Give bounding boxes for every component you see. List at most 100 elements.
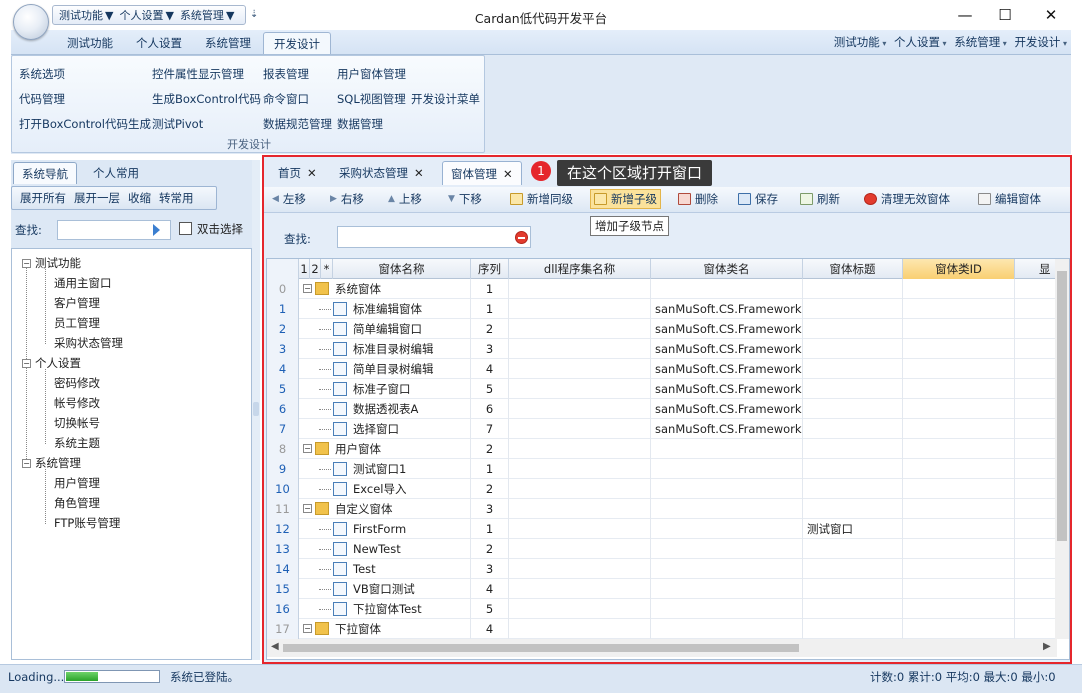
form-name-cell[interactable]: 下拉窗体Test: [299, 599, 471, 619]
row-number-cell[interactable]: 3: [267, 339, 299, 359]
nav-tab-system[interactable]: 系统导航: [13, 162, 77, 184]
sequence-cell[interactable]: 1: [471, 519, 509, 539]
header-sequence[interactable]: 序列: [471, 259, 509, 279]
ribbon-item-dev-design-menu[interactable]: 开发设计菜单: [411, 91, 480, 107]
scroll-right-icon[interactable]: ▶: [1043, 641, 1051, 652]
table-row[interactable]: 8− 用户窗体 2: [267, 439, 1057, 459]
class-id-cell[interactable]: [903, 359, 1015, 379]
class-id-cell[interactable]: [903, 279, 1015, 299]
doc-tab-form-management[interactable]: 窗体管理 ✕: [442, 161, 522, 185]
maximize-button[interactable]: ☐: [982, 0, 1028, 30]
class-name-cell[interactable]: sanMuSoft.CS.Framework: [651, 379, 803, 399]
table-row[interactable]: 2 简单编辑窗口 2 sanMuSoft.CS.Framework: [267, 319, 1057, 339]
table-row[interactable]: 16 下拉窗体Test 5: [267, 599, 1057, 619]
ribbon-item-test-pivot[interactable]: 测试Pivot: [152, 116, 203, 132]
right-menu-dev[interactable]: 开发设计: [1014, 35, 1060, 49]
row-number-cell[interactable]: 11: [267, 499, 299, 519]
display-cell[interactable]: [1015, 379, 1057, 399]
header-display[interactable]: 显: [1015, 259, 1057, 279]
tree-node-personal-settings[interactable]: 个人设置: [35, 355, 81, 371]
class-name-cell[interactable]: [651, 459, 803, 479]
form-title-cell[interactable]: [803, 459, 903, 479]
display-cell[interactable]: [1015, 499, 1057, 519]
qat-item-system[interactable]: 系统管理: [180, 7, 224, 23]
row-number-cell[interactable]: 4: [267, 359, 299, 379]
row-number-cell[interactable]: 0: [267, 279, 299, 299]
table-row[interactable]: 9 测试窗口1 1: [267, 459, 1057, 479]
display-cell[interactable]: [1015, 539, 1057, 559]
form-title-cell[interactable]: [803, 399, 903, 419]
class-id-cell[interactable]: [903, 579, 1015, 599]
row-number-cell[interactable]: 7: [267, 419, 299, 439]
add-sibling-button[interactable]: 新增同级: [510, 191, 573, 207]
form-title-cell[interactable]: [803, 599, 903, 619]
form-name-cell[interactable]: 选择窗口: [299, 419, 471, 439]
class-name-cell[interactable]: sanMuSoft.CS.Framework: [651, 399, 803, 419]
class-name-cell[interactable]: sanMuSoft.CS.Framework: [651, 299, 803, 319]
form-title-cell[interactable]: 测试窗口: [803, 519, 903, 539]
search-go-icon[interactable]: [153, 224, 160, 236]
ribbon-item-code-management[interactable]: 代码管理: [19, 91, 65, 107]
dll-cell[interactable]: [509, 499, 651, 519]
class-name-cell[interactable]: sanMuSoft.CS.Framework: [651, 419, 803, 439]
header-form-name[interactable]: 窗体名称: [333, 259, 471, 279]
class-id-cell[interactable]: [903, 439, 1015, 459]
form-name-cell[interactable]: − 系统窗体: [299, 279, 471, 299]
row-number-cell[interactable]: 5: [267, 379, 299, 399]
form-name-cell[interactable]: 标准编辑窗体: [299, 299, 471, 319]
row-number-cell[interactable]: 9: [267, 459, 299, 479]
table-row[interactable]: 13 NewTest 2: [267, 539, 1057, 559]
chevron-down-icon[interactable]: ▾: [1060, 39, 1067, 48]
dll-cell[interactable]: [509, 299, 651, 319]
ribbon-item-sql-view-management[interactable]: SQL视图管理: [337, 91, 406, 107]
table-row[interactable]: 6 数据透视表A 6 sanMuSoft.CS.Framework: [267, 399, 1057, 419]
dll-cell[interactable]: [509, 399, 651, 419]
tree-node-switch-account[interactable]: 切换帐号: [54, 415, 100, 431]
table-row[interactable]: 3 标准目录树编辑 3 sanMuSoft.CS.Framework: [267, 339, 1057, 359]
collapse-icon[interactable]: −: [22, 259, 31, 268]
ribbon-item-open-boxcontrol-codegen[interactable]: 打开BoxControl代码生成: [19, 116, 151, 132]
row-number-cell[interactable]: 12: [267, 519, 299, 539]
display-cell[interactable]: [1015, 579, 1057, 599]
table-row[interactable]: 0− 系统窗体 1: [267, 279, 1057, 299]
form-title-cell[interactable]: [803, 479, 903, 499]
qat-customize-icon[interactable]: ⇣: [250, 9, 258, 20]
chevron-down-icon[interactable]: ▼: [226, 9, 234, 22]
form-name-cell[interactable]: Excel导入: [299, 479, 471, 499]
display-cell[interactable]: [1015, 459, 1057, 479]
refresh-button[interactable]: 刷新: [800, 191, 840, 207]
close-icon[interactable]: ✕: [414, 166, 424, 180]
class-id-cell[interactable]: [903, 379, 1015, 399]
class-id-cell[interactable]: [903, 479, 1015, 499]
table-row[interactable]: 7 选择窗口 7 sanMuSoft.CS.Framework: [267, 419, 1057, 439]
table-row[interactable]: 15 VB窗口测试 4: [267, 579, 1057, 599]
form-name-cell[interactable]: NewTest: [299, 539, 471, 559]
tree-node-account[interactable]: 帐号修改: [54, 395, 100, 411]
filter-input[interactable]: [337, 226, 531, 248]
ribbon-tab-system[interactable]: 系统管理: [195, 32, 261, 54]
class-name-cell[interactable]: [651, 479, 803, 499]
tree-node-customer[interactable]: 客户管理: [54, 295, 100, 311]
table-row[interactable]: 12 FirstForm 1 测试窗口: [267, 519, 1057, 539]
dll-cell[interactable]: [509, 359, 651, 379]
sequence-cell[interactable]: 1: [471, 459, 509, 479]
form-title-cell[interactable]: [803, 299, 903, 319]
class-name-cell[interactable]: [651, 539, 803, 559]
class-id-cell[interactable]: [903, 499, 1015, 519]
qat-item-test[interactable]: 测试功能: [59, 7, 103, 23]
form-title-cell[interactable]: [803, 439, 903, 459]
sequence-cell[interactable]: 2: [471, 439, 509, 459]
form-name-cell[interactable]: Test: [299, 559, 471, 579]
sequence-cell[interactable]: 4: [471, 579, 509, 599]
form-name-cell[interactable]: − 下拉窗体: [299, 619, 471, 639]
table-row[interactable]: 4 简单目录树编辑 4 sanMuSoft.CS.Framework: [267, 359, 1057, 379]
collapse-icon[interactable]: −: [22, 459, 31, 468]
sequence-cell[interactable]: 6: [471, 399, 509, 419]
expand-all-button[interactable]: 展开所有: [16, 190, 70, 206]
ribbon-item-control-property-display[interactable]: 控件属性显示管理: [152, 66, 244, 82]
row-number-cell[interactable]: 16: [267, 599, 299, 619]
collapse-icon[interactable]: −: [303, 624, 312, 633]
doc-tab-home[interactable]: 首页 ✕: [270, 161, 325, 185]
add-child-button[interactable]: 新增子级: [590, 189, 661, 209]
sequence-cell[interactable]: 2: [471, 319, 509, 339]
